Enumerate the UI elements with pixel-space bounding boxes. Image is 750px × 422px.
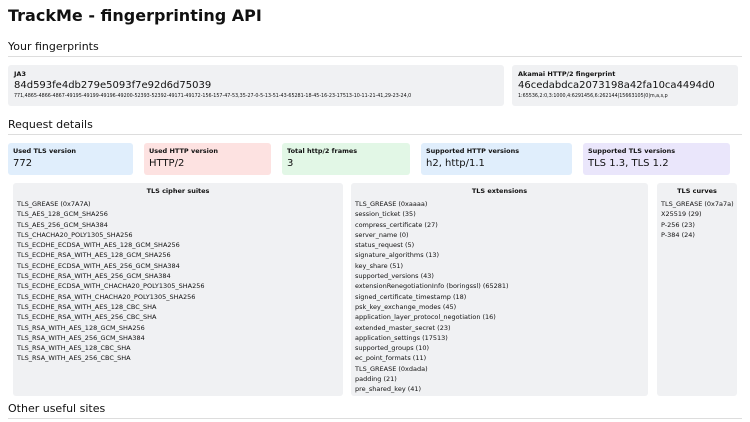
extensions-title: TLS extensions [471,187,528,195]
extension-item: TLS_GREASE (0xaaaa) [355,200,428,208]
cipher-suites-list: TLS_GREASE (0x7A7A) TLS_AES_128_GCM_SHA25… [17,199,339,364]
curves-list: TLS_GREASE (0x7a7a) X25519 (29) P-256 (23)… [661,199,734,240]
extension-item: server_name (0) [355,230,409,239]
other-sites-heading: Other useful sites [8,402,742,419]
stat-tls-version: Used TLS version 772 [8,143,133,175]
stat-label: Supported TLS versions [588,147,676,155]
cipher-suites-box: TLS cipher suites TLS_GREASE (0x7A7A) TLS… [13,183,343,396]
stat-label: Used TLS version [13,147,77,155]
extension-item: extensionRenegotiationInfo (boringssl) (… [355,282,509,291]
extension-item: extended_master_secret (23) [355,323,451,332]
extension-item: application_layer_protocol_negotiation (… [355,313,496,322]
stat-http-version: Used HTTP version HTTP/2 [144,143,271,175]
ja3-hash[interactable]: 84d593fe4db279e5093f7e92d6d75039 [14,79,498,92]
stat-label: Total http/2 frames [287,147,358,155]
extension-item: TLS_GREASE (0xdada) [355,364,428,373]
curve-item: P-256 (23) [661,220,695,229]
cipher-suite-item: TLS_RSA_WITH_AES_128_CBC_SHA [17,344,131,353]
extension-item: supported_groups (10) [355,344,430,353]
stat-supported-tls: Supported TLS versions TLS 1.3, TLS 1.2 [583,143,730,175]
akamai-full-string[interactable]: 1:65536,2:0,3:1000,4:6291456,6:262144|15… [518,93,732,100]
cipher-suite-item: TLS_RSA_WITH_AES_128_GCM_SHA256 [17,323,145,332]
extension-item: session_ticket (35) [355,210,416,219]
extension-item: supported_versions (43) [355,272,434,281]
extension-item: compress_certificate (27) [355,220,438,229]
cipher-suite-item: TLS_ECDHE_RSA_WITH_AES_128_GCM_SHA256 [17,251,171,260]
cipher-suite-item: TLS_ECDHE_ECDSA_WITH_CHACHA20_POLY1305_S… [17,282,205,291]
cipher-suite-item: TLS_CHACHA20_POLY1305_SHA256 [17,230,133,239]
cipher-suite-item: TLS_ECDHE_ECDSA_WITH_AES_128_GCM_SHA256 [17,241,180,250]
page: TrackMe - fingerprinting API Your finger… [0,0,750,419]
extensions-list: TLS_GREASE (0xaaaa) session_ticket (35) co… [355,199,644,395]
cipher-suite-item: TLS_AES_128_GCM_SHA256 [17,210,108,219]
curves-box: TLS curves TLS_GREASE (0x7a7a) X25519 (29… [657,183,737,396]
curves-title: TLS curves [677,187,717,195]
cipher-suite-item: TLS_ECDHE_RSA_WITH_CHACHA20_POLY1305_SHA… [17,292,196,301]
extension-item: signature_algorithms (13) [355,251,440,260]
extension-item: signed_certificate_timestamp (18) [355,292,467,301]
extensions-box: TLS extensions TLS_GREASE (0xaaaa) sessio… [351,183,648,396]
ja3-card: JA3 84d593fe4db279e5093f7e92d6d75039 771… [8,65,504,106]
cipher-suite-item: TLS_ECDHE_RSA_WITH_AES_256_CBC_SHA [17,313,157,322]
stat-value: HTTP/2 [149,158,185,169]
cipher-suites-title: TLS cipher suites [146,187,210,195]
stat-label: Supported HTTP versions [426,147,520,155]
curve-item: TLS_GREASE (0x7a7a) [661,200,734,208]
curve-item: X25519 (29) [661,210,702,219]
fingerprints-row: JA3 84d593fe4db279e5093f7e92d6d75039 771… [8,65,742,106]
cipher-suite-item: TLS_RSA_WITH_AES_256_GCM_SHA384 [17,333,145,342]
cipher-suite-item: TLS_ECDHE_RSA_WITH_AES_128_CBC_SHA [17,302,157,311]
stat-supported-http: Supported HTTP versions h2, http/1.1 [421,143,572,175]
akamai-hash[interactable]: 46cedabdca2073198a42fa10ca4494d0 [518,79,732,92]
request-details-heading: Request details [8,118,742,135]
tls-details-row: TLS cipher suites TLS_GREASE (0x7A7A) TLS… [8,183,742,396]
cipher-suite-item: TLS_ECDHE_ECDSA_WITH_AES_256_GCM_SHA384 [17,261,180,270]
extension-item: padding (21) [355,375,397,384]
fingerprints-heading: Your fingerprints [8,40,742,57]
stat-http2-frames: Total http/2 frames 3 [282,143,410,175]
request-stats-row: Used TLS version 772 Used HTTP version H… [8,143,742,175]
cipher-suite-item: TLS_AES_256_GCM_SHA384 [17,220,108,229]
ja3-full-string[interactable]: 771,4865-4866-4867-49195-49199-49196-492… [14,93,498,100]
extension-item: status_request (5) [355,241,415,250]
extension-item: pre_shared_key (41) [355,385,422,394]
stat-value: 3 [287,158,294,169]
akamai-card: Akamai HTTP/2 fingerprint 46cedabdca2073… [512,65,738,106]
curve-item: P-384 (24) [661,230,695,239]
stat-value: TLS 1.3, TLS 1.2 [588,158,669,169]
stat-label: Used HTTP version [149,147,218,155]
akamai-label: Akamai HTTP/2 fingerprint [518,70,616,78]
extension-item: application_settings (17513) [355,333,448,342]
stat-value: 772 [13,158,33,169]
ja3-label: JA3 [14,70,26,78]
stat-value: h2, http/1.1 [426,158,485,169]
cipher-suite-item: TLS_ECDHE_RSA_WITH_AES_256_GCM_SHA384 [17,272,171,281]
cipher-suite-item: TLS_RSA_WITH_AES_256_CBC_SHA [17,354,131,363]
extension-item: psk_key_exchange_modes (45) [355,302,457,311]
extension-item: ec_point_formats (11) [355,354,427,363]
page-title: TrackMe - fingerprinting API [8,6,262,25]
extension-item: key_share (51) [355,261,404,270]
cipher-suite-item: TLS_GREASE (0x7A7A) [17,200,91,208]
